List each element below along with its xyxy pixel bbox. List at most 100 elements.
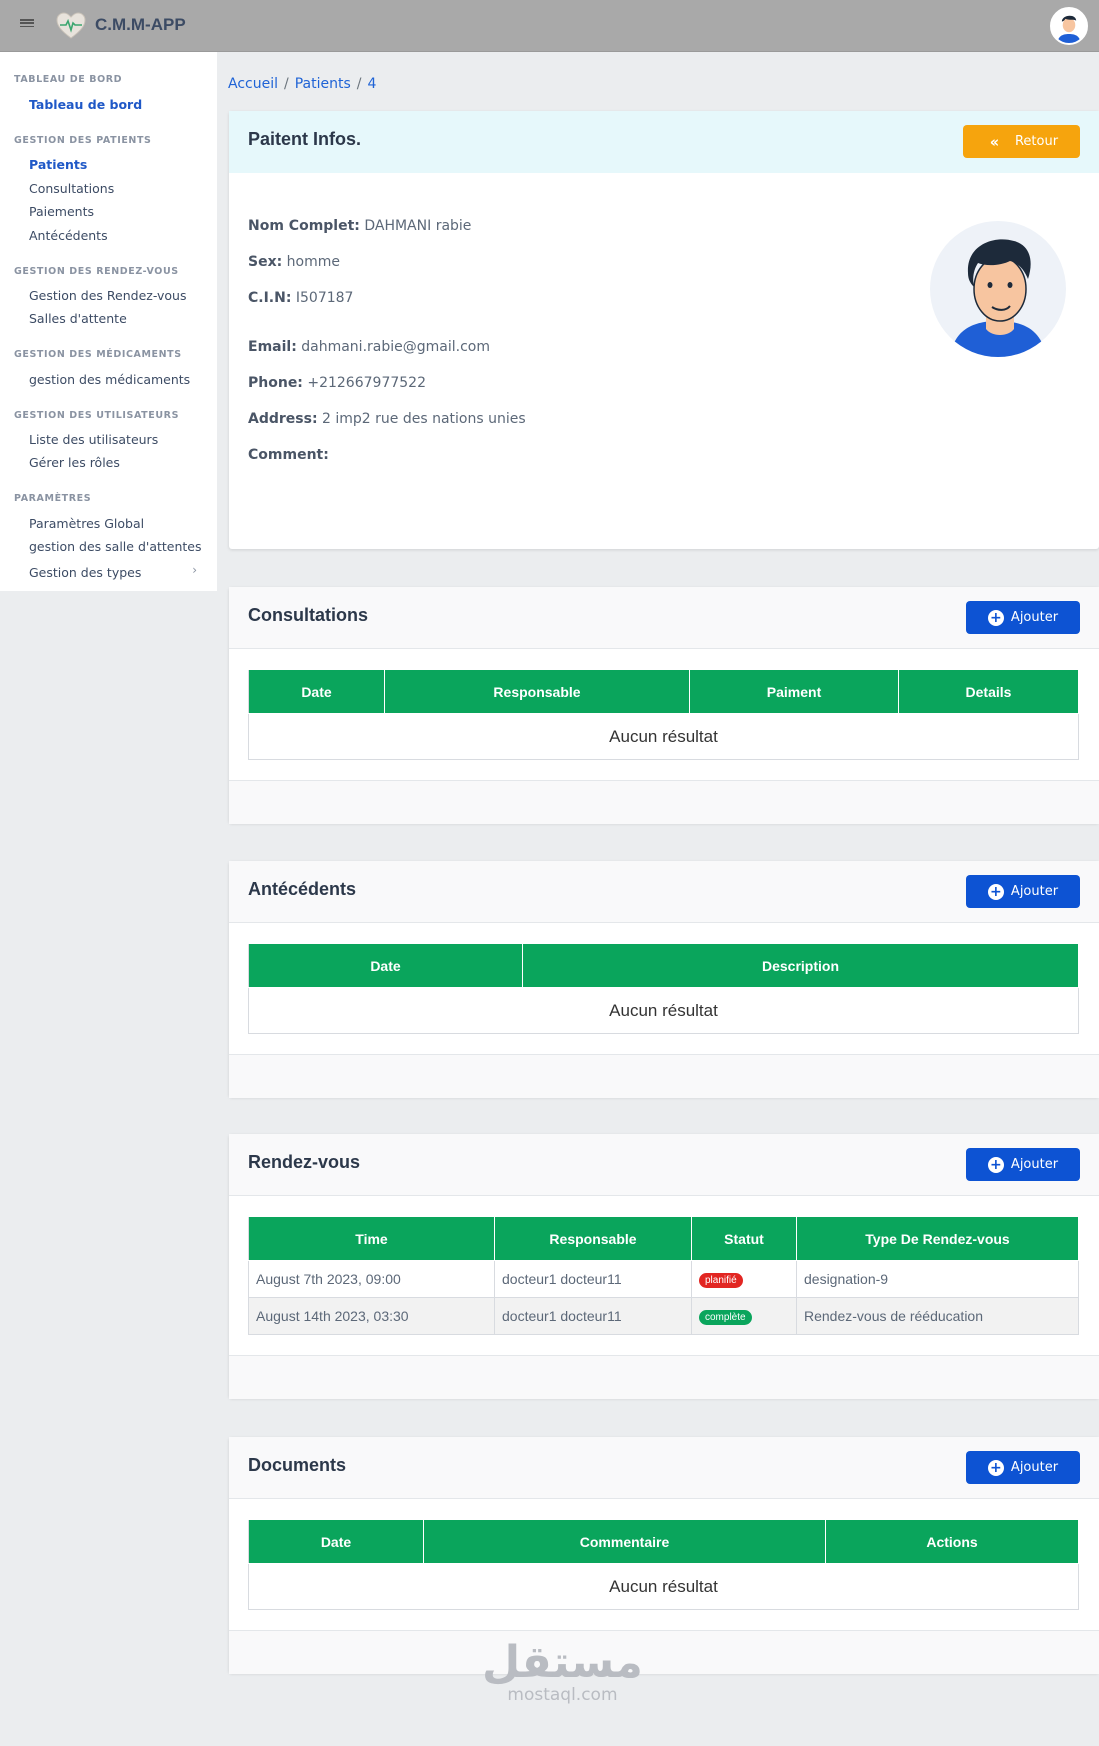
watermark-arabic: مستقل: [482, 1637, 643, 1688]
breadcrumb: Accueil / Patients / 4: [228, 76, 376, 92]
add-document-button[interactable]: + Ajouter: [966, 1451, 1080, 1484]
column-header[interactable]: Time: [248, 1216, 495, 1261]
rendezvous-title: Rendez-vous: [248, 1152, 361, 1172]
antecedents-title: Antécédents: [248, 879, 357, 899]
chevron-right-icon[interactable]: ›: [192, 563, 197, 577]
app-title[interactable]: C.M.M-APP: [95, 15, 186, 35]
column-header[interactable]: Responsable: [494, 1216, 692, 1261]
breadcrumb-separator: /: [356, 76, 362, 92]
field-cin: C.I.N: I507187: [248, 290, 354, 306]
breadcrumb-home[interactable]: Accueil: [228, 76, 278, 92]
back-button[interactable]: ‹‹ Retour: [963, 125, 1080, 158]
consultations-header: Consultations + Ajouter: [229, 587, 1099, 649]
field-full-name: Nom Complet: DAHMANI rabie: [248, 218, 472, 234]
user-avatar-icon[interactable]: [1050, 7, 1088, 45]
watermark: مستقل mostaql.com: [482, 1637, 643, 1705]
empty-row: Aucun résultat: [248, 1563, 1079, 1610]
plus-circle-icon: +: [987, 609, 1004, 626]
status-badge: planifié: [699, 1273, 743, 1288]
cell-time: August 14th 2023, 03:30: [248, 1297, 495, 1335]
documents-card: Documents + Ajouter Date Commentaire Act…: [229, 1437, 1099, 1674]
table-row[interactable]: August 14th 2023, 03:30 docteur1 docteur…: [248, 1297, 1079, 1335]
plus-circle-icon: +: [987, 1459, 1004, 1476]
consultations-table: Date Responsable Paiment Details Aucun r…: [248, 669, 1079, 760]
column-header[interactable]: Paiment: [689, 669, 899, 714]
sidebar-item-salles-attente[interactable]: Salles d'attente: [29, 311, 127, 326]
heart-pulse-icon: [56, 12, 86, 39]
add-button-label: Ajouter: [1010, 610, 1059, 625]
column-header[interactable]: Commentaire: [423, 1519, 826, 1564]
patient-avatar: [930, 221, 1066, 357]
sidebar-section-title: PARAMÈTRES: [14, 493, 92, 504]
sidebar-item-roles[interactable]: Gérer les rôles: [29, 455, 120, 470]
field-comment: Comment:: [248, 447, 329, 463]
sidebar-item-parametres-global[interactable]: Paramètres Global: [29, 516, 144, 531]
column-header[interactable]: Description: [522, 943, 1079, 988]
add-button-label: Ajouter: [1010, 884, 1059, 899]
sidebar-item-utilisateurs[interactable]: Liste des utilisateurs: [29, 432, 158, 447]
sidebar-section-title: GESTION DES MÉDICAMENTS: [14, 349, 182, 360]
column-header[interactable]: Date: [248, 669, 385, 714]
documents-table: Date Commentaire Actions Aucun résultat: [248, 1519, 1079, 1610]
card-footer: [229, 780, 1099, 824]
add-button-label: Ajouter: [1010, 1460, 1059, 1475]
sidebar-item-patients[interactable]: Patients: [29, 157, 87, 172]
breadcrumb-patients[interactable]: Patients: [295, 76, 351, 92]
cell-statut: complète: [691, 1297, 797, 1335]
add-consultation-button[interactable]: + Ajouter: [966, 601, 1080, 634]
column-header[interactable]: Type De Rendez-vous: [796, 1216, 1079, 1261]
sidebar-section-title: GESTION DES RENDEZ-VOUS: [14, 266, 179, 277]
sidebar-item-antecedents[interactable]: Antécédents: [29, 228, 108, 243]
card-footer: [229, 1054, 1099, 1098]
field-phone: Phone: +212667977522: [248, 375, 426, 391]
sidebar-item-medicaments[interactable]: gestion des médicaments: [29, 372, 190, 387]
sidebar-item-paiements[interactable]: Paiements: [29, 204, 94, 219]
antecedents-table: Date Description Aucun résultat: [248, 943, 1079, 1034]
page-title: Paitent Infos.: [248, 129, 362, 149]
rendezvous-card: Rendez-vous + Ajouter Time Responsable S…: [229, 1134, 1099, 1399]
sidebar-item-salle-attentes[interactable]: gestion des salle d'attentes: [29, 539, 202, 554]
column-header[interactable]: Responsable: [384, 669, 690, 714]
documents-title: Documents: [248, 1455, 347, 1475]
sidebar-section-title: TABLEAU DE BORD: [14, 74, 123, 85]
column-header[interactable]: Details: [898, 669, 1079, 714]
rendezvous-header: Rendez-vous + Ajouter: [229, 1134, 1099, 1196]
field-sex: Sex: homme: [248, 254, 340, 270]
breadcrumb-separator: /: [284, 76, 289, 92]
field-email: Email: dahmani.rabie@gmail.com: [248, 339, 490, 355]
add-button-label: Ajouter: [1010, 1157, 1059, 1172]
add-rendezvous-button[interactable]: + Ajouter: [966, 1148, 1080, 1181]
breadcrumb-patient-id[interactable]: 4: [367, 76, 376, 92]
cell-time: August 7th 2023, 09:00: [248, 1260, 495, 1298]
column-header[interactable]: Date: [248, 943, 523, 988]
cell-type: Rendez-vous de rééducation: [796, 1297, 1079, 1335]
empty-row: Aucun résultat: [248, 987, 1079, 1034]
card-footer: [229, 1355, 1099, 1399]
table-row[interactable]: August 7th 2023, 09:00 docteur1 docteur1…: [248, 1260, 1079, 1298]
column-header[interactable]: Actions: [825, 1519, 1079, 1564]
double-chevron-left-icon: ‹‹: [989, 132, 999, 151]
field-address: Address: 2 imp2 rue des nations unies: [248, 411, 526, 427]
sidebar-item-gestion-types[interactable]: Gestion des types: [29, 565, 141, 580]
antecedents-card: Antécédents + Ajouter Date Description A…: [229, 861, 1099, 1098]
column-header[interactable]: Date: [248, 1519, 424, 1564]
sidebar-item-consultations[interactable]: Consultations: [29, 181, 114, 196]
add-antecedent-button[interactable]: + Ajouter: [966, 875, 1080, 908]
watermark-url: mostaql.com: [507, 1685, 618, 1705]
sidebar-item-tableau-de-bord[interactable]: Tableau de bord: [29, 97, 142, 112]
patient-info-card: Paitent Infos. ‹‹ Retour Nom Complet: DA…: [229, 111, 1099, 549]
rendezvous-table: Time Responsable Statut Type De Rendez-v…: [248, 1216, 1079, 1335]
documents-header: Documents + Ajouter: [229, 1437, 1099, 1499]
sidebar-section-title: GESTION DES PATIENTS: [14, 135, 152, 146]
consultations-title: Consultations: [248, 605, 368, 625]
cell-responsable: docteur1 docteur11: [494, 1297, 692, 1335]
plus-circle-icon: +: [987, 883, 1004, 900]
sidebar-section-title: GESTION DES UTILISATEURS: [14, 410, 180, 421]
column-header[interactable]: Statut: [691, 1216, 797, 1261]
sidebar-item-rendez-vous[interactable]: Gestion des Rendez-vous: [29, 288, 187, 303]
plus-circle-icon: +: [987, 1156, 1004, 1173]
antecedents-header: Antécédents + Ajouter: [229, 861, 1099, 923]
top-navbar: C.M.M-APP: [0, 0, 1099, 52]
back-button-label: Retour: [1014, 134, 1059, 149]
hamburger-icon[interactable]: [20, 16, 34, 30]
